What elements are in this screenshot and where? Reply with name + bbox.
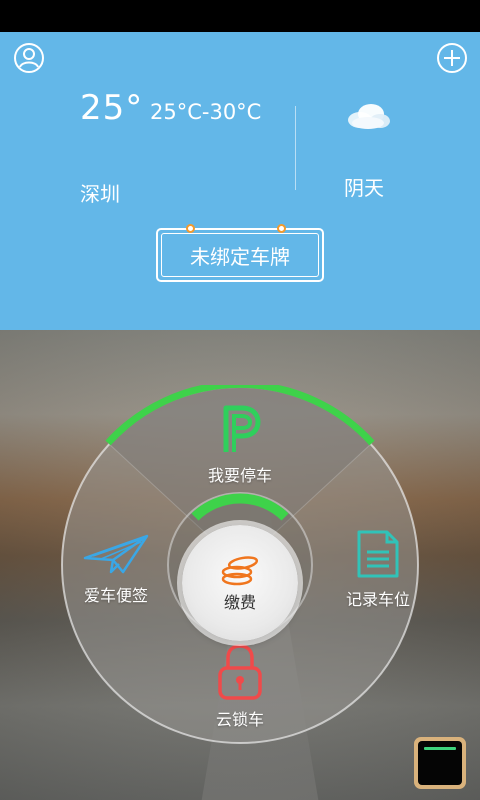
- plus-icon[interactable]: [436, 42, 468, 74]
- weather-panel: 25° 25°C-30°C 深圳 阴天 未绑定车牌: [0, 32, 480, 330]
- status-bar: [0, 0, 480, 32]
- coins-icon: [221, 556, 259, 586]
- record-spot-label: 记录车位: [345, 590, 410, 609]
- paper-plane-icon: [83, 534, 149, 574]
- car-notes-label: 爱车便签: [83, 586, 148, 605]
- app-switch-button[interactable]: [414, 737, 466, 789]
- temperature-range: 25°C-30°C: [150, 100, 262, 124]
- divider: [295, 106, 296, 190]
- pay-button[interactable]: 缴费: [182, 525, 298, 641]
- bind-plate-button[interactable]: 未绑定车牌: [156, 224, 324, 282]
- parking-icon: [223, 405, 261, 452]
- pay-label: 缴费: [223, 593, 256, 612]
- cloud-icon: [340, 98, 394, 134]
- user-icon[interactable]: [13, 42, 45, 74]
- record-spot-button[interactable]: 记录车位: [330, 528, 426, 610]
- bind-plate-label: 未绑定车牌: [161, 233, 319, 277]
- current-temperature: 25°: [80, 88, 144, 128]
- lock-icon: [218, 644, 262, 700]
- cloud-lock-button[interactable]: 云锁车: [190, 644, 290, 730]
- park-car-button[interactable]: 我要停车: [190, 402, 290, 486]
- weather-condition: 阴天: [344, 176, 384, 200]
- window-icon: [418, 741, 462, 785]
- plate-hook-left: [186, 224, 195, 233]
- plate-hook-right: [277, 224, 286, 233]
- park-car-label: 我要停车: [207, 466, 272, 485]
- car-notes-button[interactable]: 爱车便签: [56, 532, 176, 606]
- document-icon: [357, 530, 399, 578]
- cloud-lock-label: 云锁车: [215, 710, 264, 729]
- window-icon-bar: [424, 747, 456, 750]
- city-name[interactable]: 深圳: [80, 178, 120, 207]
